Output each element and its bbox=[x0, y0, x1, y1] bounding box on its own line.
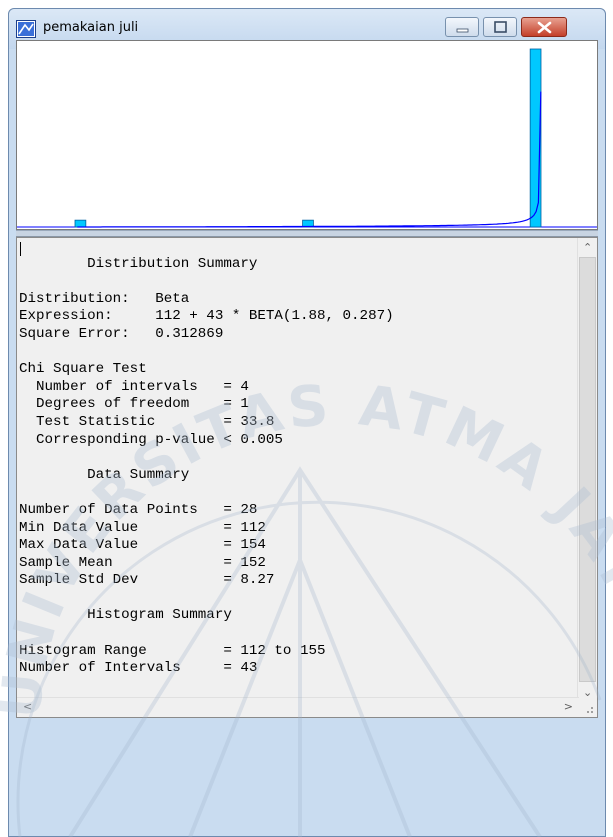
beta-fit-curve bbox=[77, 91, 542, 228]
report-line: Histogram Range = 112 to 155 bbox=[19, 642, 326, 659]
report-line: Corresponding p-value < 0.005 bbox=[19, 431, 283, 448]
report-line: Max Data Value = 154 bbox=[19, 537, 266, 554]
report-line: Data Summary bbox=[19, 466, 190, 483]
report-line bbox=[19, 625, 564, 643]
histogram-plot bbox=[16, 40, 598, 230]
report-line bbox=[19, 590, 564, 608]
histogram-chart bbox=[17, 48, 597, 228]
report-pane[interactable]: Distribution Summary Distribution: Beta E… bbox=[16, 237, 598, 718]
histogram-bar-0 bbox=[74, 219, 87, 228]
report-line: Expression: 112 + 43 * BETA(1.88, 0.287) bbox=[19, 308, 394, 325]
scroll-down-icon[interactable]: ⌄ bbox=[583, 687, 592, 698]
report-line bbox=[19, 449, 564, 467]
pane-splitter[interactable] bbox=[16, 230, 598, 237]
vertical-scroll-thumb[interactable] bbox=[579, 257, 596, 682]
scroll-up-icon[interactable]: ⌃ bbox=[583, 242, 592, 253]
resize-grip-icon[interactable] bbox=[578, 698, 597, 717]
close-button[interactable] bbox=[521, 17, 567, 37]
minimize-icon bbox=[456, 28, 469, 33]
scroll-left-icon[interactable]: < bbox=[23, 701, 32, 712]
report-line bbox=[19, 344, 564, 362]
scroll-right-icon[interactable]: > bbox=[564, 701, 573, 712]
app-icon bbox=[16, 20, 36, 38]
maximize-button[interactable] bbox=[483, 17, 517, 37]
report-line: Test Statistic = 33.8 bbox=[19, 413, 275, 430]
report-line: Number of Intervals = 43 bbox=[19, 660, 258, 677]
report-line: Min Data Value = 112 bbox=[19, 519, 266, 536]
report-line: Square Error: 0.312869 bbox=[19, 325, 224, 342]
window-title: pemakaian juli bbox=[43, 20, 139, 35]
report-line: Distribution Summary bbox=[19, 255, 258, 272]
report-line: Sample Std Dev = 8.27 bbox=[19, 572, 275, 589]
report-line: Chi Square Test bbox=[19, 361, 147, 378]
vertical-scrollbar[interactable]: ⌃ ⌄ bbox=[577, 238, 597, 700]
report-line: Degrees of freedom = 1 bbox=[19, 396, 249, 413]
report-line: Number of intervals = 4 bbox=[19, 378, 249, 395]
maximize-icon bbox=[494, 21, 507, 33]
report-line: Sample Mean = 152 bbox=[19, 554, 266, 571]
horizontal-scrollbar[interactable]: < > bbox=[17, 697, 579, 717]
report-line: Histogram Summary bbox=[19, 607, 232, 624]
report-line bbox=[19, 238, 564, 256]
report-line bbox=[19, 273, 564, 291]
close-icon bbox=[537, 21, 552, 34]
minimize-button[interactable] bbox=[445, 17, 479, 37]
report-line: Number of Data Points = 28 bbox=[19, 501, 258, 518]
report-line: Distribution: Beta bbox=[19, 290, 190, 307]
report-line bbox=[19, 484, 564, 502]
report-text: Distribution Summary Distribution: Beta E… bbox=[19, 238, 564, 678]
